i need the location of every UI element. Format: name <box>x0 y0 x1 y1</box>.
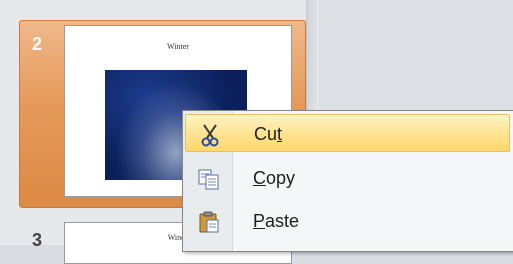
menu-item-label: Copy <box>253 168 296 188</box>
slide-number: 2 <box>32 34 43 54</box>
context-menu: Cut Copy Paste <box>182 110 513 252</box>
menu-item-label: Paste <box>253 211 300 231</box>
paste-icon <box>197 210 221 233</box>
menu-item-paste[interactable]: Paste <box>185 202 510 240</box>
slide-title-text: Winter <box>167 42 189 51</box>
copy-icon <box>197 167 221 190</box>
slide-number: 3 <box>32 230 43 250</box>
menu-item-cut[interactable]: Cut <box>185 114 510 152</box>
menu-item-copy[interactable]: Copy <box>185 159 510 197</box>
scissors-icon <box>198 123 222 147</box>
menu-item-label: Cut <box>254 124 283 144</box>
